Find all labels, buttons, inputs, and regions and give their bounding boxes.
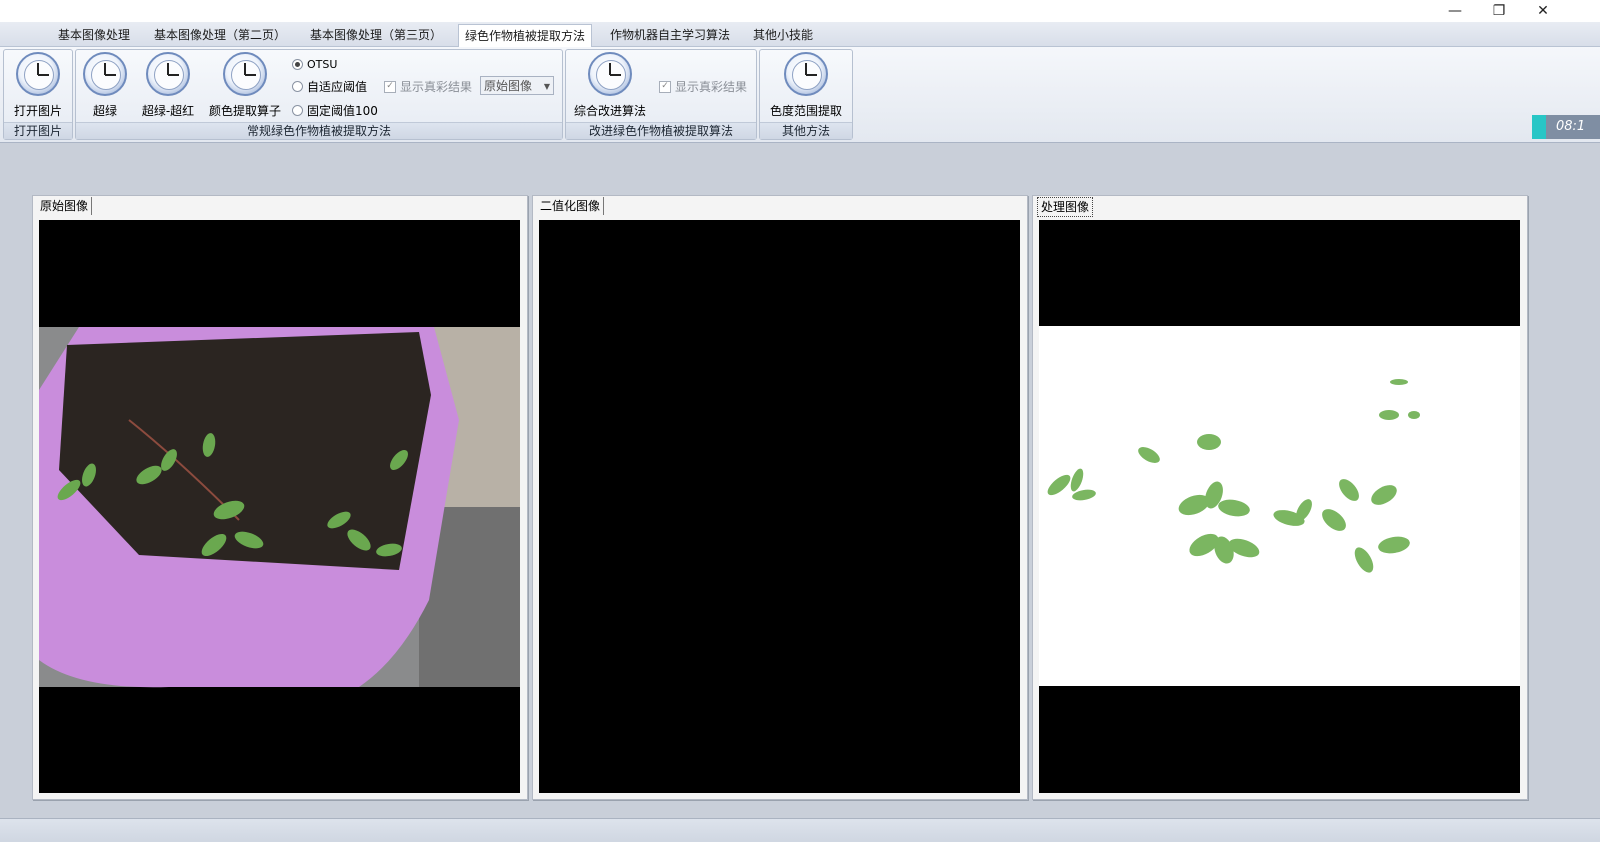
tab-other-skills[interactable]: 其他小技能	[747, 24, 819, 46]
ribbon-tab-bar: 基本图像处理 基本图像处理（第二页） 基本图像处理（第三页） 绿色作物植被提取方…	[0, 22, 1600, 62]
status-bar	[0, 818, 1600, 843]
open-image-group: 打开图片 打开图片	[3, 49, 73, 140]
radio-dot-icon	[292, 59, 303, 70]
combined-improved-algorithm-button[interactable]: 综合改进算法	[572, 52, 648, 119]
window-title-bar: — ❐ ✕	[0, 0, 1600, 22]
button-label: 色度范围提取	[769, 104, 842, 118]
chevron-down-icon: ▼	[543, 82, 550, 91]
button-label: 超绿	[92, 104, 117, 118]
radio-dot-icon	[292, 81, 303, 92]
radio-label: 固定阈值100	[307, 104, 378, 118]
tab-basic-processing-page2[interactable]: 基本图像处理（第二页）	[148, 24, 292, 46]
restore-button[interactable]: ❐	[1476, 0, 1522, 22]
radio-label: OTSU	[307, 58, 338, 71]
group-caption: 改进绿色作物植被提取算法	[566, 122, 756, 139]
excess-green-minus-red-button[interactable]: 超绿-超红	[138, 52, 198, 119]
radio-label: 自适应阈值	[307, 80, 368, 94]
open-image-label: 打开图片	[13, 104, 62, 118]
clock-icon	[146, 52, 190, 96]
radio-fixed-threshold[interactable]: 固定阈值100	[292, 102, 378, 119]
checkmark-icon: ✓	[384, 80, 396, 93]
excess-green-button[interactable]: 超绿	[80, 52, 130, 119]
checkbox-label: 显示真彩结果	[400, 80, 473, 94]
time-indicator	[1532, 115, 1546, 139]
group-caption: 其他方法	[760, 122, 852, 139]
original-image-panel: 原始图像	[32, 195, 528, 800]
checkbox-label: 显示真彩结果	[675, 80, 748, 94]
color-extract-operator-button[interactable]: 颜色提取算子	[206, 52, 284, 119]
binary-image-view	[539, 220, 1020, 793]
conventional-extraction-group: 超绿 超绿-超红 颜色提取算子 OTSU 自适应阈值 固定阈值100 ✓ 显示真彩…	[75, 49, 563, 140]
original-image-view	[39, 220, 520, 793]
chroma-range-extract-button[interactable]: 色度范围提取	[764, 52, 848, 119]
extracted-vegetation-image	[1039, 326, 1520, 686]
clock-icon	[784, 52, 828, 96]
other-methods-group: 色度范围提取 其他方法	[759, 49, 853, 140]
show-true-color-checkbox[interactable]: ✓ 显示真彩结果	[384, 78, 472, 95]
tab-basic-processing[interactable]: 基本图像处理	[52, 24, 136, 46]
clock-icon	[588, 52, 632, 96]
button-label: 颜色提取算子	[208, 104, 281, 118]
radio-dot-icon	[292, 105, 303, 116]
tab-machine-learning[interactable]: 作物机器自主学习算法	[604, 24, 736, 46]
button-label: 超绿-超红	[141, 104, 195, 118]
window-bottom-edge	[0, 842, 1600, 860]
group-caption: 打开图片	[4, 122, 72, 139]
plant-pot-photo	[39, 327, 520, 688]
processed-image-panel: 处理图像	[1032, 195, 1528, 800]
open-image-button[interactable]: 打开图片	[8, 52, 68, 119]
clock-icon	[83, 52, 127, 96]
radio-adaptive-threshold[interactable]: 自适应阈值	[292, 78, 367, 95]
close-button[interactable]: ✕	[1520, 0, 1566, 22]
button-label: 综合改进算法	[573, 104, 646, 118]
clock-icon	[223, 52, 267, 96]
time-text: 08:1	[1556, 119, 1586, 134]
tab-green-crop-extraction[interactable]: 绿色作物植被提取方法	[458, 24, 593, 48]
image-source-dropdown[interactable]: 原始图像 ▼	[480, 76, 554, 95]
processed-image-view	[1039, 220, 1520, 793]
minimize-button[interactable]: —	[1432, 0, 1478, 22]
show-true-color-checkbox-improved[interactable]: ✓ 显示真彩结果	[659, 78, 747, 95]
tab-basic-processing-page3[interactable]: 基本图像处理（第三页）	[304, 24, 448, 46]
binary-image-panel: 二值化图像	[532, 195, 1028, 800]
binary-image-tab[interactable]: 二值化图像	[537, 197, 605, 215]
group-caption: 常规绿色作物植被提取方法	[76, 122, 562, 139]
processed-image-tab[interactable]: 处理图像	[1037, 197, 1094, 217]
dropdown-value: 原始图像	[484, 79, 533, 93]
ribbon-panel: 打开图片 打开图片 超绿 超绿-超红 颜色提取算子 OTSU 自适应阈值 固定阈…	[0, 47, 1600, 143]
radio-otsu[interactable]: OTSU	[292, 58, 337, 71]
original-image-tab[interactable]: 原始图像	[37, 197, 93, 215]
checkmark-icon: ✓	[659, 80, 671, 93]
improved-extraction-group: 综合改进算法 ✓ 显示真彩结果 改进绿色作物植被提取算法	[565, 49, 757, 140]
clock-icon	[16, 52, 60, 96]
time-display: 08:1	[1532, 115, 1600, 139]
